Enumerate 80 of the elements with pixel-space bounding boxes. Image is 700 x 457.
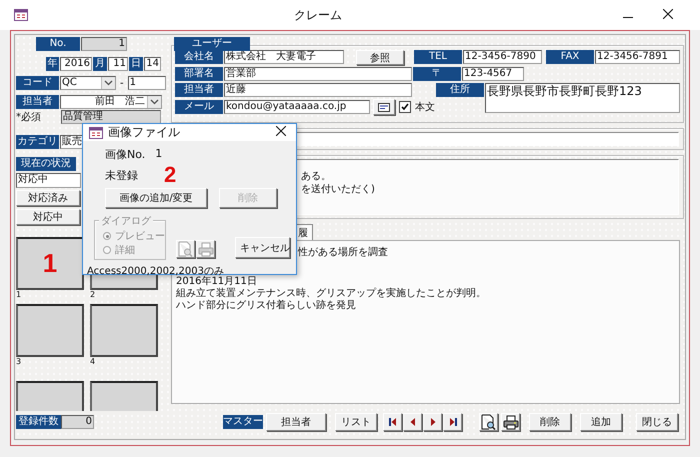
- envelope-icon: [378, 102, 390, 112]
- status-button[interactable]: 対応済み: [16, 190, 80, 206]
- action-button[interactable]: 閉じる: [636, 413, 678, 431]
- app-icon: [89, 126, 103, 138]
- slot-number: 3: [16, 357, 22, 366]
- dialog-title: 画像ファイル: [108, 124, 180, 141]
- field-label: コード: [16, 76, 59, 90]
- field-label: 部署名: [175, 67, 223, 81]
- cancel-button[interactable]: キャンセル: [235, 237, 290, 258]
- radio-label: プレビュー: [115, 230, 165, 243]
- field-label: 登録件数: [16, 415, 61, 429]
- count-field: 0: [61, 415, 94, 429]
- slot-number: 4: [90, 357, 96, 366]
- field-label: メール: [175, 100, 223, 114]
- slot-number: 1: [16, 290, 22, 299]
- image-slot[interactable]: [16, 381, 84, 411]
- day-field[interactable]: 14: [144, 57, 161, 71]
- field-label: カテゴリ: [16, 135, 59, 149]
- close-icon: [663, 8, 673, 18]
- list-button[interactable]: リスト: [335, 413, 377, 431]
- separator-text: -: [119, 78, 125, 88]
- year-field[interactable]: 2016: [60, 57, 92, 71]
- app-icon: [14, 9, 28, 21]
- group-label: 現在の状況: [16, 157, 76, 171]
- month-field[interactable]: 11: [108, 57, 128, 71]
- group-label: ユーザー: [174, 37, 250, 51]
- radio-label: 詳細: [115, 244, 135, 257]
- action-button[interactable]: 追加: [580, 413, 622, 431]
- field-label: 住所: [436, 83, 484, 97]
- image-number: 1: [155, 147, 162, 162]
- number-field[interactable]: 1: [81, 37, 127, 51]
- field-label: TEL: [414, 50, 462, 64]
- company-field[interactable]: 株式会社 大妻電子: [224, 50, 344, 64]
- status-text: 未登録: [105, 168, 138, 182]
- fax-field[interactable]: 12-3456-7891: [595, 50, 680, 64]
- email-field[interactable]: kondou@yataaaaa.co.jp: [224, 100, 370, 114]
- email-button[interactable]: [373, 99, 395, 115]
- previous-record-button[interactable]: [403, 413, 422, 431]
- slot-number: 2: [90, 290, 96, 299]
- field-label: 画像No.: [105, 147, 146, 162]
- field-label: FAX: [546, 50, 594, 64]
- required-note: *必須: [16, 110, 42, 124]
- annotation-number: 1: [42, 248, 58, 279]
- department-field[interactable]: 品質管理: [61, 110, 161, 124]
- checkbox-label: 本文: [415, 100, 435, 114]
- field-label: 日: [129, 57, 143, 71]
- add-image-button[interactable]: 画像の追加/変更: [105, 188, 207, 208]
- field-label: 担当者: [175, 83, 223, 97]
- close-icon: [276, 126, 286, 136]
- status-button[interactable]: 対応中: [16, 209, 80, 225]
- contact-field[interactable]: 近藤: [224, 83, 412, 97]
- body-checkbox[interactable]: [399, 101, 411, 113]
- last-record-button[interactable]: [443, 413, 462, 431]
- image-slot[interactable]: [90, 381, 158, 411]
- field-label: 年: [46, 57, 59, 71]
- postal-code-field[interactable]: 123-4567: [462, 67, 524, 81]
- annotation-number: 2: [164, 162, 176, 188]
- image-slot[interactable]: [90, 304, 158, 357]
- image-slot[interactable]: [16, 304, 84, 357]
- first-record-button[interactable]: [383, 413, 402, 431]
- field-label: 担当者: [16, 95, 59, 109]
- code-number-field[interactable]: 1: [128, 76, 166, 90]
- phone-field[interactable]: 12-3456-7890: [463, 50, 542, 64]
- window-title: クレーム: [293, 6, 343, 24]
- browse-button[interactable]: 参照: [356, 50, 404, 65]
- field-label: No.: [36, 37, 80, 51]
- code-dropdown[interactable]: QC: [60, 76, 116, 90]
- staff-button[interactable]: 担当者: [266, 413, 326, 431]
- group-label: ダイアログ: [99, 214, 153, 228]
- action-button[interactable]: 削除: [529, 413, 571, 431]
- last-record-icon: [448, 417, 458, 427]
- minimize-icon: [623, 16, 633, 18]
- first-record-icon: [388, 417, 398, 427]
- address-field[interactable]: 長野県長野市長野町長野123: [485, 83, 680, 113]
- field-label: 月: [93, 57, 107, 71]
- staff-dropdown[interactable]: 前田 浩二: [60, 95, 162, 109]
- next-record-button[interactable]: [423, 413, 442, 431]
- toolbar-label: マスター: [223, 415, 263, 429]
- field-label: 会社名: [175, 50, 223, 64]
- field-label: 〒: [413, 67, 461, 81]
